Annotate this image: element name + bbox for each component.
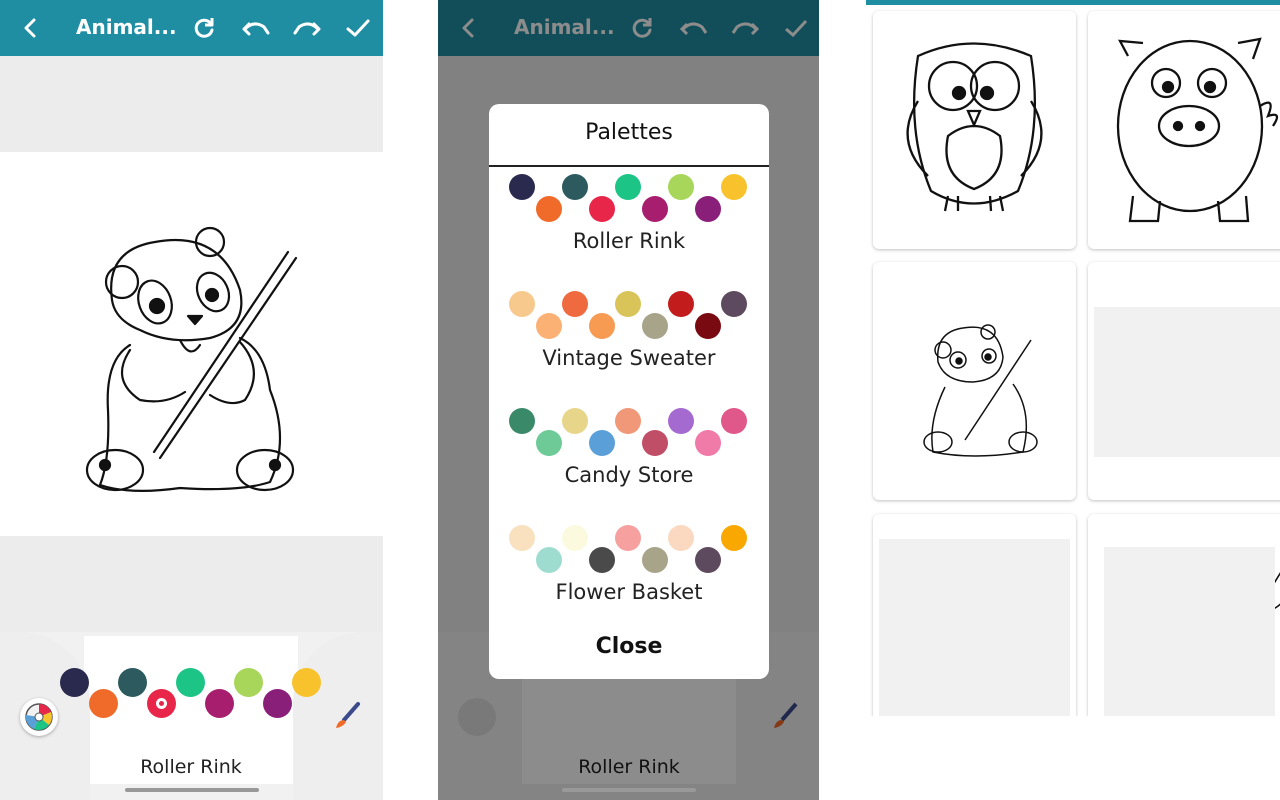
pig-drawing (1116, 37, 1279, 223)
refresh-icon[interactable] (188, 12, 220, 44)
palette-color-swatch (721, 525, 747, 551)
palette-color-swatch (509, 174, 535, 200)
palette-color-swatch (668, 174, 694, 200)
palette-color-swatch (535, 547, 562, 573)
palette-color-swatch (535, 196, 562, 222)
gallery-screen (866, 0, 1280, 800)
palette-color-swatch (509, 291, 535, 317)
palette-color-swatch (641, 547, 668, 573)
coloring-editor-screen: Animal... Roller Rink (0, 0, 383, 800)
gallery-card-cartoon-butterfly[interactable] (873, 514, 1076, 724)
palette-color-swatch (641, 430, 668, 456)
palette-color-swatch (509, 408, 535, 434)
check-icon[interactable] (342, 12, 374, 44)
palette-color-swatch (562, 291, 588, 317)
palette-color-swatch (588, 547, 615, 573)
palette-color-swatch (694, 430, 721, 456)
palette-color-swatch (721, 174, 747, 200)
palettes-dialog-screen: Animal... Roller Rink Palettes Roller Ri… (438, 0, 819, 800)
panda-drawing (923, 324, 1038, 457)
panda-drawing-canvas[interactable] (70, 220, 310, 510)
gallery-card-pig[interactable] (1088, 11, 1280, 249)
palette-option-label[interactable]: Vintage Sweater (489, 346, 769, 370)
palette-color-swatch (721, 291, 747, 317)
color-swatch[interactable] (176, 668, 205, 697)
home-indicator[interactable] (125, 788, 259, 792)
palette-option-label[interactable]: Flower Basket (489, 580, 769, 604)
palette-color-swatch (721, 408, 747, 434)
palette-option-label[interactable]: Candy Store (489, 463, 769, 487)
redo-icon[interactable] (291, 12, 323, 44)
palettes-dialog: Palettes Roller Rink Vintage Sweater Candy… (489, 104, 769, 679)
palette-color-swatch (615, 291, 641, 317)
divider (489, 165, 769, 167)
back-icon[interactable] (14, 12, 46, 44)
palette-color-swatch (615, 174, 641, 200)
palette-color-swatch (668, 291, 694, 317)
palette-color-swatch (588, 196, 615, 222)
palette-color-swatch (668, 525, 694, 551)
color-swatch[interactable] (263, 689, 292, 718)
palette-color-swatch (562, 408, 588, 434)
owl-drawing (906, 42, 1043, 212)
palette-color-swatch (641, 313, 668, 339)
palette-color-swatch (509, 525, 535, 551)
gallery-card-monarch-butterfly[interactable] (1088, 262, 1280, 500)
gallery-card-rooster[interactable] (1088, 514, 1280, 724)
gallery-card-panda[interactable] (873, 262, 1076, 500)
color-swatch[interactable] (147, 689, 176, 718)
palette-color-swatch (588, 313, 615, 339)
palette-color-swatch (562, 174, 588, 200)
selected-indicator (156, 698, 167, 709)
palette-color-swatch (615, 525, 641, 551)
palette-color-swatch (641, 196, 668, 222)
close-button[interactable]: Close (489, 634, 769, 659)
palette-color-swatch (535, 313, 562, 339)
palette-color-swatch (562, 525, 588, 551)
canvas-margin-top (0, 56, 383, 152)
palette-color-swatch (535, 430, 562, 456)
color-swatch[interactable] (89, 689, 118, 718)
palette-color-swatch (588, 430, 615, 456)
palette-color-swatch (615, 408, 641, 434)
palette-option-label[interactable]: Roller Rink (489, 229, 769, 253)
palette-color-swatch (668, 408, 694, 434)
canvas-margin-bottom (0, 536, 383, 632)
gallery-card-owl[interactable] (873, 11, 1076, 249)
palette-picker-icon[interactable] (20, 698, 58, 736)
color-swatch[interactable] (60, 668, 89, 697)
undo-icon[interactable] (240, 12, 272, 44)
color-swatch[interactable] (292, 668, 321, 697)
color-swatch[interactable] (118, 668, 147, 697)
palette-color-swatch (694, 547, 721, 573)
color-swatch[interactable] (205, 689, 234, 718)
paintbrush-icon[interactable] (330, 700, 362, 732)
app-bar: Animal... (0, 0, 383, 56)
palette-color-swatch (694, 196, 721, 222)
palette-color-swatch (694, 313, 721, 339)
page-title: Animal... (76, 15, 177, 39)
color-swatch[interactable] (234, 668, 263, 697)
gallery-footer-space (866, 716, 1280, 800)
home-indicator[interactable] (562, 788, 696, 792)
dialog-title: Palettes (585, 120, 673, 145)
app-bar-edge (866, 0, 1280, 5)
palette-name: Roller Rink (140, 756, 242, 778)
